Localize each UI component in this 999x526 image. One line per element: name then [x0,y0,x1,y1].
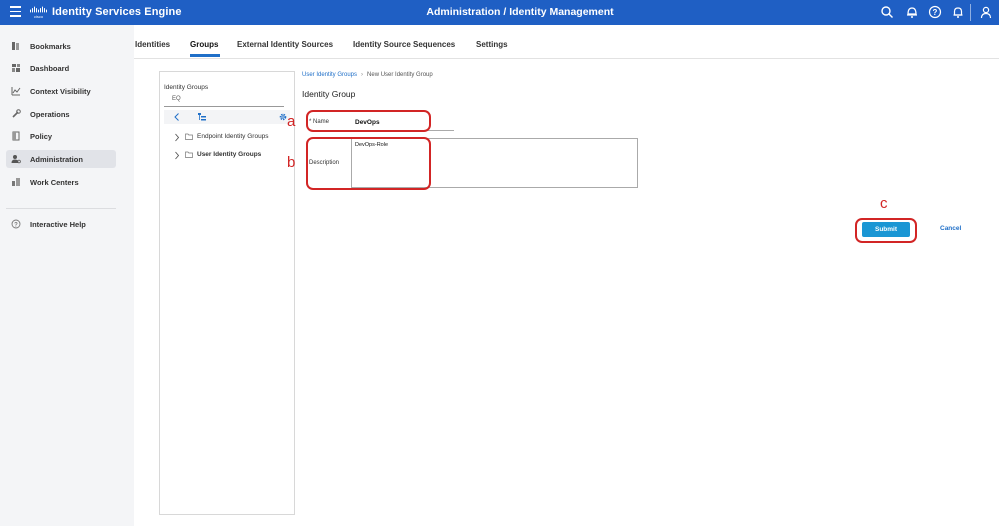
menu-icon[interactable] [10,6,21,18]
operations-icon [12,109,21,118]
sidebar-item-administration[interactable]: Administration [6,150,116,168]
svg-text:?: ? [933,8,938,17]
annotation-letter-a: a [287,113,296,130]
sidebar-item-label: Administration [30,155,83,164]
svg-text:cisco: cisco [34,14,44,19]
chevron-left-icon[interactable] [172,112,182,122]
form-title: Identity Group [302,89,356,99]
policy-icon [12,131,20,141]
breadcrumb-current: New User Identity Group [367,72,433,78]
help-circle-icon: ? [11,219,21,229]
tree-item-label: User Identity Groups [197,151,262,158]
main-content: Identities Groups External Identity Sour… [134,25,999,526]
sidebar: Bookmarks Dashboard Context Visibility O… [0,25,122,526]
bookmark-icon [12,42,19,50]
sidebar-item-label: Policy [30,132,53,141]
tab-bar: Identities Groups External Identity Sour… [134,25,999,59]
breadcrumb-separator-icon: › [361,72,364,78]
sidebar-item-policy[interactable]: Policy [6,127,116,145]
sidebar-item-label: Work Centers [30,178,79,187]
top-bar: cisco Identity Services Engine Administr… [0,0,999,25]
notifications-bell-icon[interactable] [951,5,965,19]
dashboard-icon [12,64,20,72]
folder-icon [185,133,193,140]
chevron-right-icon[interactable] [174,151,180,160]
user-profile-icon[interactable] [979,5,993,19]
page-heading: Administration / Identity Management [426,6,614,18]
folder-icon [185,151,193,158]
cancel-button[interactable]: Cancel [940,225,961,232]
expand-tree-icon[interactable] [197,112,207,122]
tab-groups[interactable]: Groups [190,40,218,49]
search-icon[interactable] [880,5,894,19]
tree-item-label: Endpoint Identity Groups [197,133,269,140]
chevron-right-icon[interactable] [174,133,180,142]
tab-identity-source-sequences[interactable]: Identity Source Sequences [353,40,455,49]
tree-search-input[interactable]: EQ [164,93,284,107]
tree-title: Identity Groups [164,84,209,91]
sidebar-item-interactive-help[interactable]: ? Interactive Help [6,215,116,233]
identity-groups-tree-panel: Identity Groups EQ Endpoint Identity Gro… [159,71,295,515]
tab-external-identity-sources[interactable]: External Identity Sources [237,40,333,49]
sidebar-item-operations[interactable]: Operations [6,105,116,123]
work-centers-icon [12,178,20,186]
annotation-letter-b: b [287,154,296,171]
topbar-divider [970,4,971,21]
sidebar-item-label: Dashboard [30,64,70,73]
context-visibility-icon [11,87,21,96]
sidebar-item-label: Operations [30,110,70,119]
sidebar-divider [6,208,116,209]
annotation-letter-c: c [880,195,888,212]
tree-toolbar [164,110,290,124]
tab-identities[interactable]: Identities [135,40,170,49]
help-icon[interactable]: ? [928,5,942,19]
tab-settings[interactable]: Settings [476,40,508,49]
annotation-ring-a [306,110,431,132]
administration-icon [11,155,21,164]
annotation-ring-c [855,218,917,243]
active-tab-indicator [190,54,220,57]
breadcrumb-parent-link[interactable]: User Identity Groups [302,72,357,78]
feedback-icon[interactable] [905,5,919,19]
sidebar-item-label: Bookmarks [30,42,71,51]
sidebar-item-work-centers[interactable]: Work Centers [6,173,116,191]
breadcrumb: User Identity Groups › New User Identity G… [302,72,433,78]
sidebar-item-label: Interactive Help [30,220,86,229]
svg-text:?: ? [14,222,18,228]
sidebar-item-bookmarks[interactable]: Bookmarks [6,37,116,55]
sidebar-item-context-visibility[interactable]: Context Visibility [6,82,116,100]
annotation-ring-b [306,137,431,190]
cisco-logo-icon: cisco [30,6,47,19]
app-title: Identity Services Engine [52,6,182,18]
sidebar-item-label: Context Visibility [30,87,91,96]
sidebar-item-dashboard[interactable]: Dashboard [6,59,116,77]
